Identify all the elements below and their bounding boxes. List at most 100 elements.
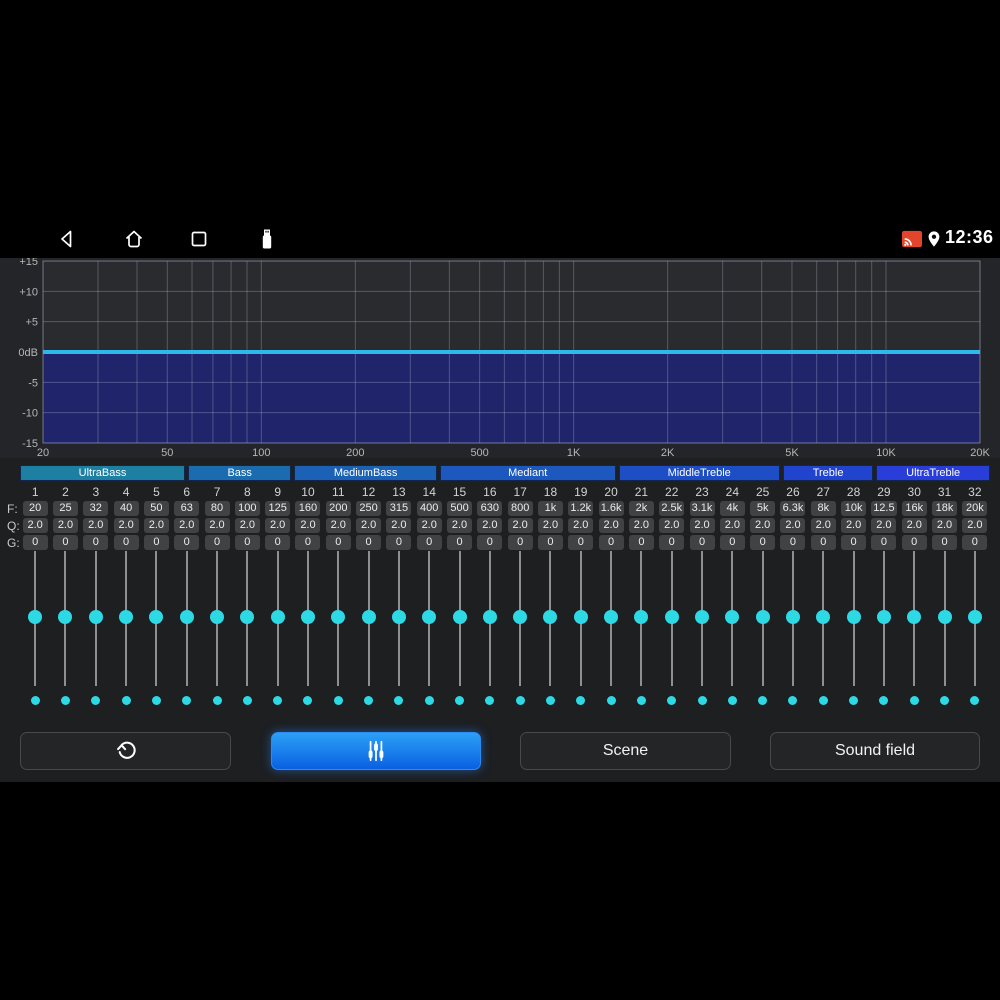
slider-knob[interactable] [695,610,710,624]
gain-slider[interactable] [869,551,899,686]
gain-slider[interactable] [353,551,383,686]
gain-slider[interactable] [808,551,838,686]
gain-slider[interactable] [566,551,596,686]
band-dot-cell [20,694,50,706]
gain-slider[interactable] [626,551,656,686]
slider-knob[interactable] [28,610,43,624]
gain-slider[interactable] [475,551,505,686]
recents-icon[interactable] [187,227,211,251]
slider-knob[interactable] [331,610,346,624]
slider-knob[interactable] [816,610,831,624]
slider-knob[interactable] [270,610,285,624]
gain-value-chip: 0 [22,535,48,550]
gain-slider[interactable] [141,551,171,686]
gain-value-row: 00000000000000000000000000000000 [20,534,990,551]
slider-knob[interactable] [907,610,922,624]
slider-knob[interactable] [422,610,437,624]
gain-value-chip: 0 [750,535,776,550]
q-value-chip: 2.0 [477,518,503,533]
slider-knob[interactable] [391,610,406,624]
band-indicator-dot [970,696,980,705]
gain-slider[interactable] [960,551,990,686]
slider-knob[interactable] [755,610,770,624]
slider-knob[interactable] [452,610,467,624]
gain-slider[interactable] [50,551,80,686]
gain-slider[interactable] [81,551,111,686]
gain-value-chip: 0 [416,535,442,550]
slider-knob[interactable] [482,610,497,624]
q-value-chip: 2.0 [871,518,897,533]
slider-knob[interactable] [725,610,740,624]
slider-knob[interactable] [604,610,619,624]
slider-knob[interactable] [361,610,376,624]
gain-slider[interactable] [748,551,778,686]
gain-slider[interactable] [899,551,929,686]
gain-slider[interactable] [202,551,232,686]
slider-knob[interactable] [513,610,528,624]
freq-value-chip: 1.2k [568,501,594,516]
back-icon[interactable] [55,227,79,251]
gain-slider[interactable] [323,551,353,686]
gain-slider[interactable] [384,551,414,686]
slider-knob[interactable] [149,610,164,624]
gain-slider[interactable] [929,551,959,686]
gain-slider[interactable] [717,551,747,686]
gain-slider[interactable] [20,551,50,686]
q-value-chip: 2.0 [416,518,442,533]
gain-slider[interactable] [535,551,565,686]
reset-button[interactable] [20,732,231,770]
band-dot-cell [566,694,596,706]
gain-slider[interactable] [111,551,141,686]
gain-slider[interactable] [232,551,262,686]
slider-knob[interactable] [240,610,255,624]
slider-knob[interactable] [967,610,982,624]
gain-slider[interactable] [838,551,868,686]
slider-knob[interactable] [88,610,103,624]
gain-slider[interactable] [263,551,293,686]
slider-knob[interactable] [543,610,558,624]
slider-knob[interactable] [846,610,861,624]
slider-knob[interactable] [300,610,315,624]
usb-drive-icon[interactable] [255,227,279,251]
band-dot-cell [111,694,141,706]
q-value-chip: 2.0 [22,518,48,533]
gain-slider[interactable] [687,551,717,686]
equalizer-button[interactable] [271,732,481,770]
q-value-chip: 2.0 [962,518,988,533]
slider-knob[interactable] [179,610,194,624]
band-number-row: 1 2 3 4 5 6 7 8 9 10 11 12 13 14 15 16 17 18 19 20 21 22 23 24 2… [20,484,990,500]
freq-value-chip: 1.6k [598,501,624,516]
gain-value-chip: 0 [962,535,988,550]
band-dot-cell [475,694,505,706]
slider-knob[interactable] [785,610,800,624]
gain-slider[interactable] [596,551,626,686]
gain-slider[interactable] [505,551,535,686]
slider-knob[interactable] [58,610,73,624]
gain-slider[interactable] [172,551,202,686]
gain-slider[interactable] [444,551,474,686]
band-indicator-dot [212,696,222,705]
slider-knob[interactable] [937,610,952,624]
gain-value-cell: 0 [323,534,353,551]
gain-slider[interactable] [293,551,323,686]
band-group-bass: Bass [188,465,292,481]
band-dot-cell [81,694,111,706]
sound-field-button[interactable]: Sound field [770,732,980,770]
scene-button[interactable]: Scene [520,732,731,770]
svg-text:20: 20 [37,447,49,458]
slider-knob[interactable] [664,610,679,624]
slider-knob[interactable] [876,610,891,624]
freq-value-cell: 20k [960,500,990,517]
gain-value-cell: 0 [899,534,929,551]
slider-knob[interactable] [119,610,134,624]
band-indicator-dot [303,696,313,705]
gain-slider[interactable] [778,551,808,686]
home-icon[interactable] [122,227,146,251]
slider-knob[interactable] [634,610,649,624]
gain-slider[interactable] [657,551,687,686]
band-number-cell: 2 [62,485,69,499]
slider-knob[interactable] [210,610,225,624]
slider-knob[interactable] [573,610,588,624]
gain-slider[interactable] [414,551,444,686]
freq-value-chip: 25 [52,501,78,516]
